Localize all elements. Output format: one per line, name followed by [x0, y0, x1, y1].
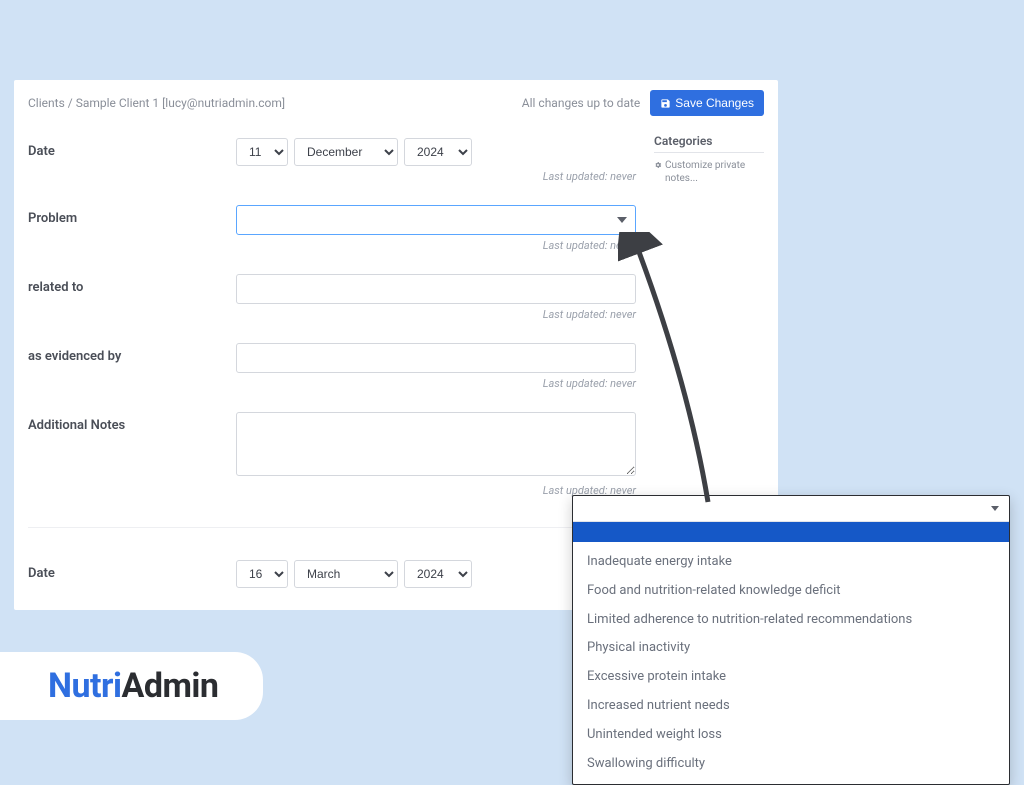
- dropdown-item[interactable]: Increased nutrient needs: [573, 692, 1009, 721]
- section-divider: [28, 527, 636, 528]
- evidenced-input[interactable]: [236, 343, 636, 373]
- dropdown-item[interactable]: Physical inactivity: [573, 634, 1009, 663]
- row-notes: Additional Notes Last updated: never: [28, 396, 636, 497]
- label-problem: Problem: [28, 205, 236, 226]
- sidebar-title: Categories: [654, 134, 764, 153]
- gear-icon: [654, 161, 662, 169]
- related-updated: Last updated: never: [236, 308, 636, 321]
- logo-part1: Nutri: [48, 666, 122, 706]
- dropdown-item[interactable]: Excessive protein intake: [573, 663, 1009, 692]
- logo-badge: NutriAdmin: [0, 652, 263, 720]
- row-evidenced: as evidenced by Last updated: never: [28, 327, 636, 390]
- customize-notes-link[interactable]: Customize private notes...: [654, 159, 764, 185]
- date2-day-select[interactable]: 16: [236, 560, 288, 588]
- logo: NutriAdmin: [48, 666, 219, 706]
- dropdown-selected-blank[interactable]: [573, 522, 1009, 542]
- top-bar: Clients / Sample Client 1 [lucy@nutriadm…: [14, 80, 778, 122]
- breadcrumb: Clients / Sample Client 1 [lucy@nutriadm…: [28, 96, 285, 110]
- label-date1: Date: [28, 138, 236, 159]
- dropdown-item[interactable]: Swallowing difficulty: [573, 750, 1009, 779]
- customize-notes-label: Customize private notes...: [665, 159, 764, 185]
- row-related: related to Last updated: never: [28, 258, 636, 321]
- label-date2: Date: [28, 560, 236, 581]
- save-status: All changes up to date: [522, 96, 641, 110]
- date2-year-select[interactable]: 2024: [404, 560, 472, 588]
- date2-month-select[interactable]: March: [294, 560, 398, 588]
- row-problem: Problem Last updated: never: [28, 189, 636, 252]
- save-icon: [660, 98, 671, 109]
- save-button-label: Save Changes: [675, 96, 754, 110]
- save-button[interactable]: Save Changes: [650, 90, 764, 116]
- dropdown-item[interactable]: Unintended weight loss: [573, 721, 1009, 750]
- logo-part2: Admin: [122, 666, 219, 706]
- dropdown-header[interactable]: [573, 496, 1009, 522]
- related-input[interactable]: [236, 274, 636, 304]
- evidenced-updated: Last updated: never: [236, 377, 636, 390]
- breadcrumb-root[interactable]: Clients: [28, 96, 65, 110]
- date1-month-select[interactable]: December: [294, 138, 398, 166]
- dropdown-list: Inadequate energy intake Food and nutrit…: [573, 542, 1009, 784]
- date1-year-select[interactable]: 2024: [404, 138, 472, 166]
- dropdown-item[interactable]: Inadequate energy intake: [573, 548, 1009, 577]
- dropdown-item[interactable]: Limited adherence to nutrition-related r…: [573, 606, 1009, 635]
- label-notes: Additional Notes: [28, 412, 236, 433]
- date1-day-select[interactable]: 11: [236, 138, 288, 166]
- dropdown-item[interactable]: Food and nutrition-related knowledge def…: [573, 577, 1009, 606]
- breadcrumb-sep: /: [68, 96, 73, 110]
- label-related: related to: [28, 274, 236, 295]
- problem-dropdown-panel: Inadequate energy intake Food and nutrit…: [572, 495, 1010, 785]
- form-column: Date 11 December 2024 Last updated: neve…: [28, 134, 654, 594]
- row-date2: Date 16 March 2024: [28, 536, 636, 588]
- date1-updated: Last updated: never: [236, 170, 636, 183]
- notes-textarea[interactable]: [236, 412, 636, 476]
- label-evidenced: as evidenced by: [28, 343, 236, 364]
- problem-updated: Last updated: never: [236, 239, 636, 252]
- row-date1: Date 11 December 2024 Last updated: neve…: [28, 134, 636, 183]
- breadcrumb-client: Sample Client 1 [lucy@nutriadmin.com]: [76, 96, 285, 110]
- problem-select[interactable]: [236, 205, 636, 235]
